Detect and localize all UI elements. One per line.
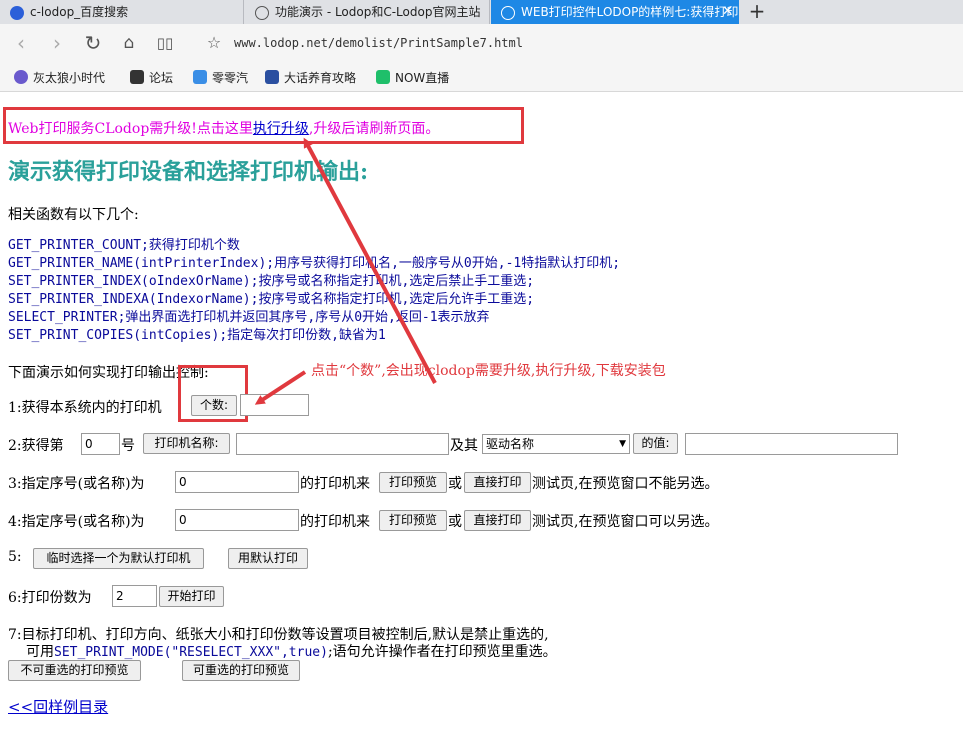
home-icon[interactable]: ⌂: [116, 30, 142, 56]
bookmark-label: 大话养育攻略: [284, 71, 357, 85]
bookmark-item[interactable]: 大话养育攻略: [265, 69, 356, 86]
bookmark-label: NOW直播: [395, 71, 450, 85]
arrow-to-count-button: [254, 370, 307, 405]
reading-view-icon[interactable]: ▯▯: [152, 30, 178, 56]
tab-active-sample7[interactable]: WEB打印控件LODOP的样例七:获得打印 ✕: [491, 0, 739, 24]
forum-icon: [130, 70, 144, 84]
tab-bar: c-lodop_百度搜索 功能演示 - Lodop和C-Lodop官网主站 WE…: [0, 0, 963, 24]
bookmark-item[interactable]: 论坛: [130, 69, 173, 86]
cloud-icon: [193, 70, 207, 84]
bookmark-label: 零零汽: [212, 71, 249, 85]
new-tab-button[interactable]: +: [745, 0, 769, 24]
address-bar[interactable]: www.lodop.net/demolist/PrintSample7.html: [234, 36, 523, 50]
game-icon: [265, 70, 279, 84]
wolf-avatar-icon: [14, 70, 28, 84]
bookmarks-bar: 灰太狼小时代 论坛 零零汽 大话养育攻略 NOW直播: [0, 62, 963, 92]
tab-label: WEB打印控件LODOP的样例七:获得打印: [521, 5, 739, 19]
bookmark-item[interactable]: NOW直播: [376, 69, 449, 86]
reload-icon[interactable]: ↻: [80, 30, 106, 56]
globe-icon: [255, 5, 269, 20]
globe-icon: [501, 5, 515, 20]
tab-lodop-home[interactable]: 功能演示 - Lodop和C-Lodop官网主站: [245, 0, 490, 24]
close-tab-icon[interactable]: ✕: [722, 0, 733, 24]
arrow-to-upgrade-link: [303, 137, 437, 384]
tab-label: 功能演示 - Lodop和C-Lodop官网主站: [275, 5, 481, 19]
page-content: Web打印服务CLodop需升级!点击这里执行升级,升级后请刷新页面。 演示获得…: [0, 92, 963, 748]
forward-icon[interactable]: ›: [44, 30, 70, 56]
back-icon[interactable]: ‹: [8, 30, 34, 56]
favorite-star-icon[interactable]: ☆: [201, 30, 227, 56]
play-icon: [376, 70, 390, 84]
baidu-paw-icon: [10, 5, 24, 20]
bookmark-item[interactable]: 灰太狼小时代: [14, 69, 105, 86]
navigation-bar: ‹ › ↻ ⌂ ▯▯ ☆ www.lodop.net/demolist/Prin…: [0, 24, 963, 62]
tab-baidu[interactable]: c-lodop_百度搜索: [0, 0, 244, 24]
bookmark-label: 灰太狼小时代: [33, 71, 106, 85]
tab-label: c-lodop_百度搜索: [30, 5, 129, 19]
annotation-arrows: [254, 137, 437, 405]
bookmark-label: 论坛: [149, 71, 174, 85]
bookmark-item[interactable]: 零零汽: [193, 69, 248, 86]
